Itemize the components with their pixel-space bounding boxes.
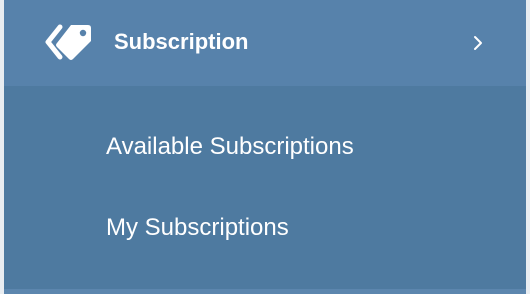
chevron-right-icon (469, 34, 487, 52)
sidebar-menu: Subscription Available Subscriptions My … (4, 0, 526, 294)
subscription-menu-label: Subscription (114, 29, 249, 54)
submenu-item-my-subscriptions[interactable]: My Subscriptions (4, 187, 526, 269)
subscription-menu-header[interactable]: Subscription (4, 0, 526, 86)
next-menu-item-edge (4, 289, 526, 294)
subscription-submenu: Available Subscriptions My Subscriptions (4, 86, 526, 290)
submenu-item-label: Available Subscriptions (106, 133, 354, 160)
submenu-item-available-subscriptions[interactable]: Available Subscriptions (4, 106, 526, 188)
submenu-item-label: My Subscriptions (106, 214, 289, 241)
tags-icon (42, 21, 92, 63)
